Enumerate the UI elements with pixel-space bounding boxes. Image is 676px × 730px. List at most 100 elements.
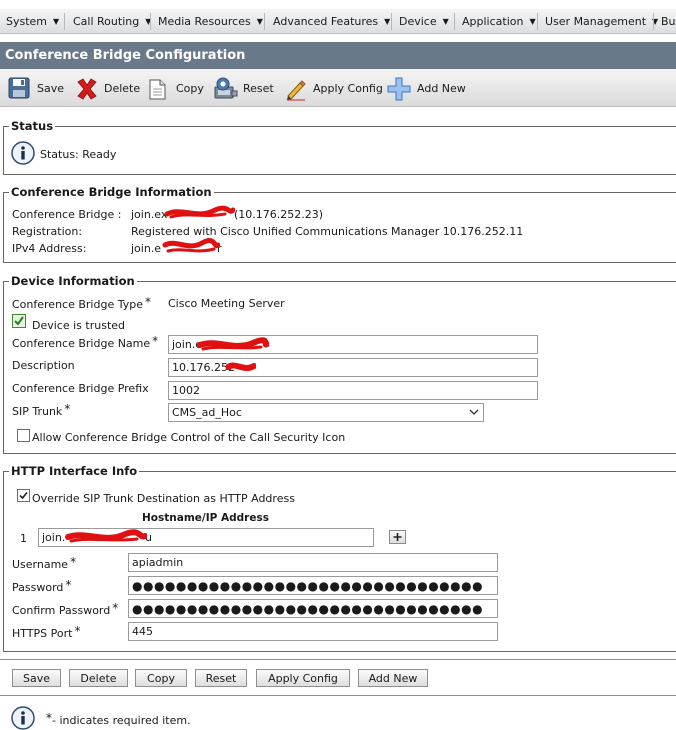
override-sip-trunk-label: Override SIP Trunk Destination as HTTP A…: [32, 492, 295, 505]
sip-trunk-label: SIP Trunk *: [12, 402, 71, 418]
info-icon: [11, 141, 35, 165]
toolbar-save-button[interactable]: Save: [8, 77, 64, 101]
required-asterisk: *: [74, 624, 81, 638]
checkmark-icon: [14, 316, 24, 326]
allow-security-icon-control-label: Allow Conference Bridge Control of the C…: [32, 431, 346, 444]
hostname-input-tail: u: [145, 531, 152, 544]
conference-bridge-info-legend: Conference Bridge Information: [11, 185, 212, 199]
chevron-down-icon: ▼: [442, 17, 449, 26]
toolbar-delete-button[interactable]: Delete: [75, 77, 140, 101]
sip-trunk-selected-value: CMS_ad_Hoc: [172, 406, 242, 419]
username-input[interactable]: apiadmin: [128, 553, 498, 572]
required-asterisk: *: [152, 334, 159, 348]
main-menu-bar: System ▼ Call Routing ▼ Media Resources ▼ A…: [0, 9, 676, 34]
reset-icon: [214, 77, 238, 99]
status-section: Status: [3, 119, 676, 175]
toolbar-add-new-button[interactable]: Add New: [387, 77, 467, 101]
plus-icon: [393, 533, 402, 541]
chevron-down-icon: ▼: [53, 17, 60, 26]
sip-trunk-select[interactable]: CMS_ad_Hoc: [168, 403, 484, 422]
ipv4-address-label: IPv4 Address:: [12, 242, 87, 255]
toolbar: Save Delete Copy Reset Apply Config Add …: [0, 69, 676, 107]
allow-security-icon-control-checkbox[interactable]: [17, 429, 30, 442]
hostname-input[interactable]: join. u: [38, 528, 374, 547]
footer-divider: [0, 695, 676, 696]
description-label: Description: [12, 359, 75, 372]
password-input[interactable]: ●●●●●●●●●●●●●●●●●●●●●●●●●●●●●●●●: [128, 576, 498, 595]
https-port-label: HTTPS Port *: [12, 624, 81, 640]
status-legend: Status: [11, 119, 54, 133]
red-x-icon: [77, 78, 97, 100]
description-input[interactable]: 10.176.252: [168, 358, 538, 377]
required-item-note-text: - indicates required item.: [52, 714, 191, 727]
override-sip-trunk-checkbox[interactable]: [17, 489, 30, 502]
username-label: Username *: [12, 555, 77, 571]
menu-divider: [653, 13, 654, 30]
confirm-password-label: Confirm Password *: [12, 601, 119, 617]
device-trusted-checkbox: [12, 314, 26, 328]
info-icon: [11, 706, 35, 730]
section-divider: [0, 659, 676, 660]
toolbar-apply-config-button[interactable]: Apply Config: [285, 77, 383, 101]
hostname-input-value: join.: [42, 531, 66, 544]
bridge-prefix-label: Conference Bridge Prefix: [12, 382, 149, 395]
bridge-type-value: Cisco Meeting Server: [168, 297, 285, 310]
menu-device[interactable]: Device ▼: [399, 15, 449, 28]
toolbar-reset-button[interactable]: Reset: [213, 77, 275, 101]
menu-divider: [537, 13, 538, 30]
menu-call-routing[interactable]: Call Routing ▼: [73, 15, 151, 28]
required-asterisk: *: [65, 578, 72, 592]
conference-bridge-value: join.ex: [131, 208, 168, 221]
menu-user-management[interactable]: User Management ▼: [545, 15, 658, 28]
plus-cross-icon: [387, 77, 411, 101]
save-button[interactable]: Save: [12, 669, 61, 687]
registration-label: Registration:: [12, 225, 83, 238]
device-trusted-label: Device is trusted: [32, 319, 126, 332]
add-new-button[interactable]: Add New: [358, 669, 428, 687]
bridge-type-label: Conference Bridge Type *: [12, 295, 151, 311]
copy-document-icon: [149, 79, 166, 100]
chevron-down-icon: [469, 409, 479, 415]
confirm-password-input[interactable]: ●●●●●●●●●●●●●●●●●●●●●●●●●●●●●●●●: [128, 599, 498, 618]
required-asterisk: *: [64, 402, 71, 416]
required-asterisk: *: [70, 555, 77, 569]
ipv4-address-tail: r: [217, 242, 222, 255]
toolbar-copy-button[interactable]: Copy: [148, 77, 204, 101]
chevron-down-icon: ▼: [384, 17, 391, 26]
password-label: Password *: [12, 578, 72, 594]
device-info-legend: Device Information: [11, 274, 135, 288]
required-asterisk: *: [46, 711, 52, 725]
bridge-prefix-input[interactable]: 1002: [168, 381, 538, 400]
menu-divider: [150, 13, 151, 30]
https-port-input[interactable]: 445: [128, 622, 498, 641]
required-asterisk: *: [144, 295, 151, 309]
registration-value: Registered with Cisco Unified Communicat…: [131, 225, 524, 238]
add-hostname-button[interactable]: [389, 530, 406, 544]
menu-advanced-features[interactable]: Advanced Features ▼: [273, 15, 390, 28]
menu-divider: [454, 13, 455, 30]
chevron-down-icon: ▼: [529, 17, 536, 26]
apply-config-button[interactable]: Apply Config: [256, 669, 350, 687]
menu-media-resources[interactable]: Media Resources ▼: [158, 15, 263, 28]
menu-divider: [64, 13, 65, 30]
copy-button[interactable]: Copy: [135, 669, 187, 687]
required-asterisk: *: [112, 601, 119, 615]
checkmark-icon: [19, 491, 28, 500]
menu-application[interactable]: Application ▼: [462, 15, 536, 28]
reset-button[interactable]: Reset: [195, 669, 247, 687]
conference-bridge-label: Conference Bridge :: [12, 208, 122, 221]
menu-divider: [264, 13, 265, 30]
floppy-disk-icon: [8, 77, 30, 99]
menu-divider: [391, 13, 392, 30]
status-text: Status: Ready: [40, 148, 117, 161]
page-title: Conference Bridge Configuration: [0, 42, 676, 69]
menu-bulk-administration[interactable]: Bu: [661, 15, 676, 28]
chevron-down-icon: ▼: [256, 17, 263, 26]
bridge-name-label: Conference Bridge Name *: [12, 334, 159, 350]
bridge-name-input[interactable]: join.e: [168, 335, 538, 354]
http-interface-legend: HTTP Interface Info: [11, 464, 138, 478]
ipv4-address-value: join.e: [131, 242, 162, 255]
required-item-note: *- indicates required item.: [44, 711, 191, 727]
menu-system[interactable]: System ▼: [6, 15, 59, 28]
delete-button[interactable]: Delete: [69, 669, 128, 687]
